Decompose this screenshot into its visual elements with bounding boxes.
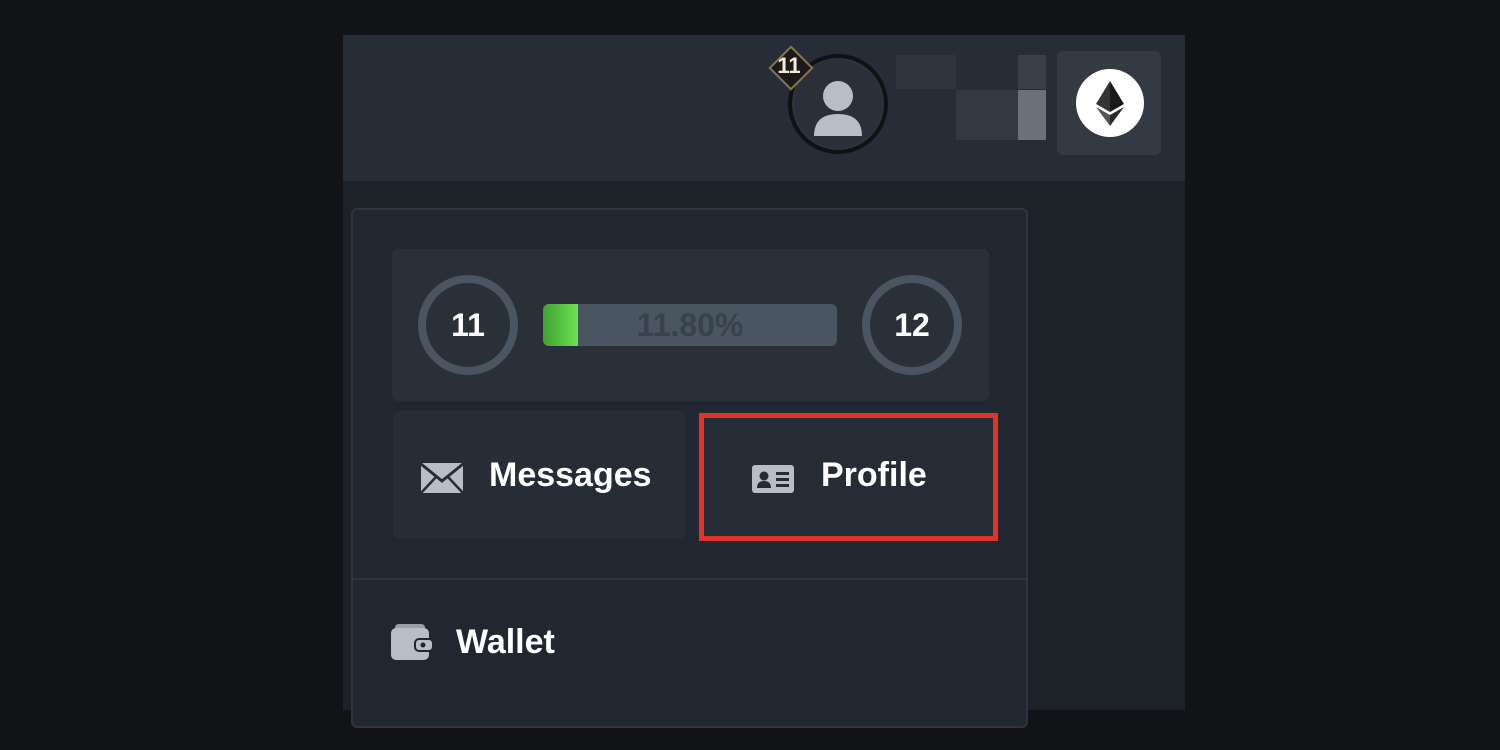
wallet-icon [391,624,433,660]
obscured-balance [896,55,956,89]
wallet-label: Wallet [456,623,555,661]
ethereum-icon [1096,81,1124,126]
messages-label: Messages [489,456,652,494]
wallet-menu-item[interactable]: Wallet [353,580,1026,708]
current-level-ring: 11 [418,275,518,375]
obscured-balance [1018,55,1046,89]
level-progress-label: 11.80% [636,307,744,343]
messages-button[interactable]: Messages [393,411,685,539]
level-progress-card: 11 11.80% 12 [392,249,989,401]
top-bar: 11 [343,35,1185,181]
currency-button[interactable] [1057,51,1161,155]
level-badge-text: 11 [777,53,801,78]
envelope-icon [420,462,464,494]
obscured-balance [1018,90,1046,140]
level-progress-bar: 11.80% [543,304,837,346]
highlight-box [699,413,998,541]
next-level-ring: 12 [862,275,962,375]
level-badge: 11 [768,45,814,91]
obscured-balance [956,90,1018,140]
